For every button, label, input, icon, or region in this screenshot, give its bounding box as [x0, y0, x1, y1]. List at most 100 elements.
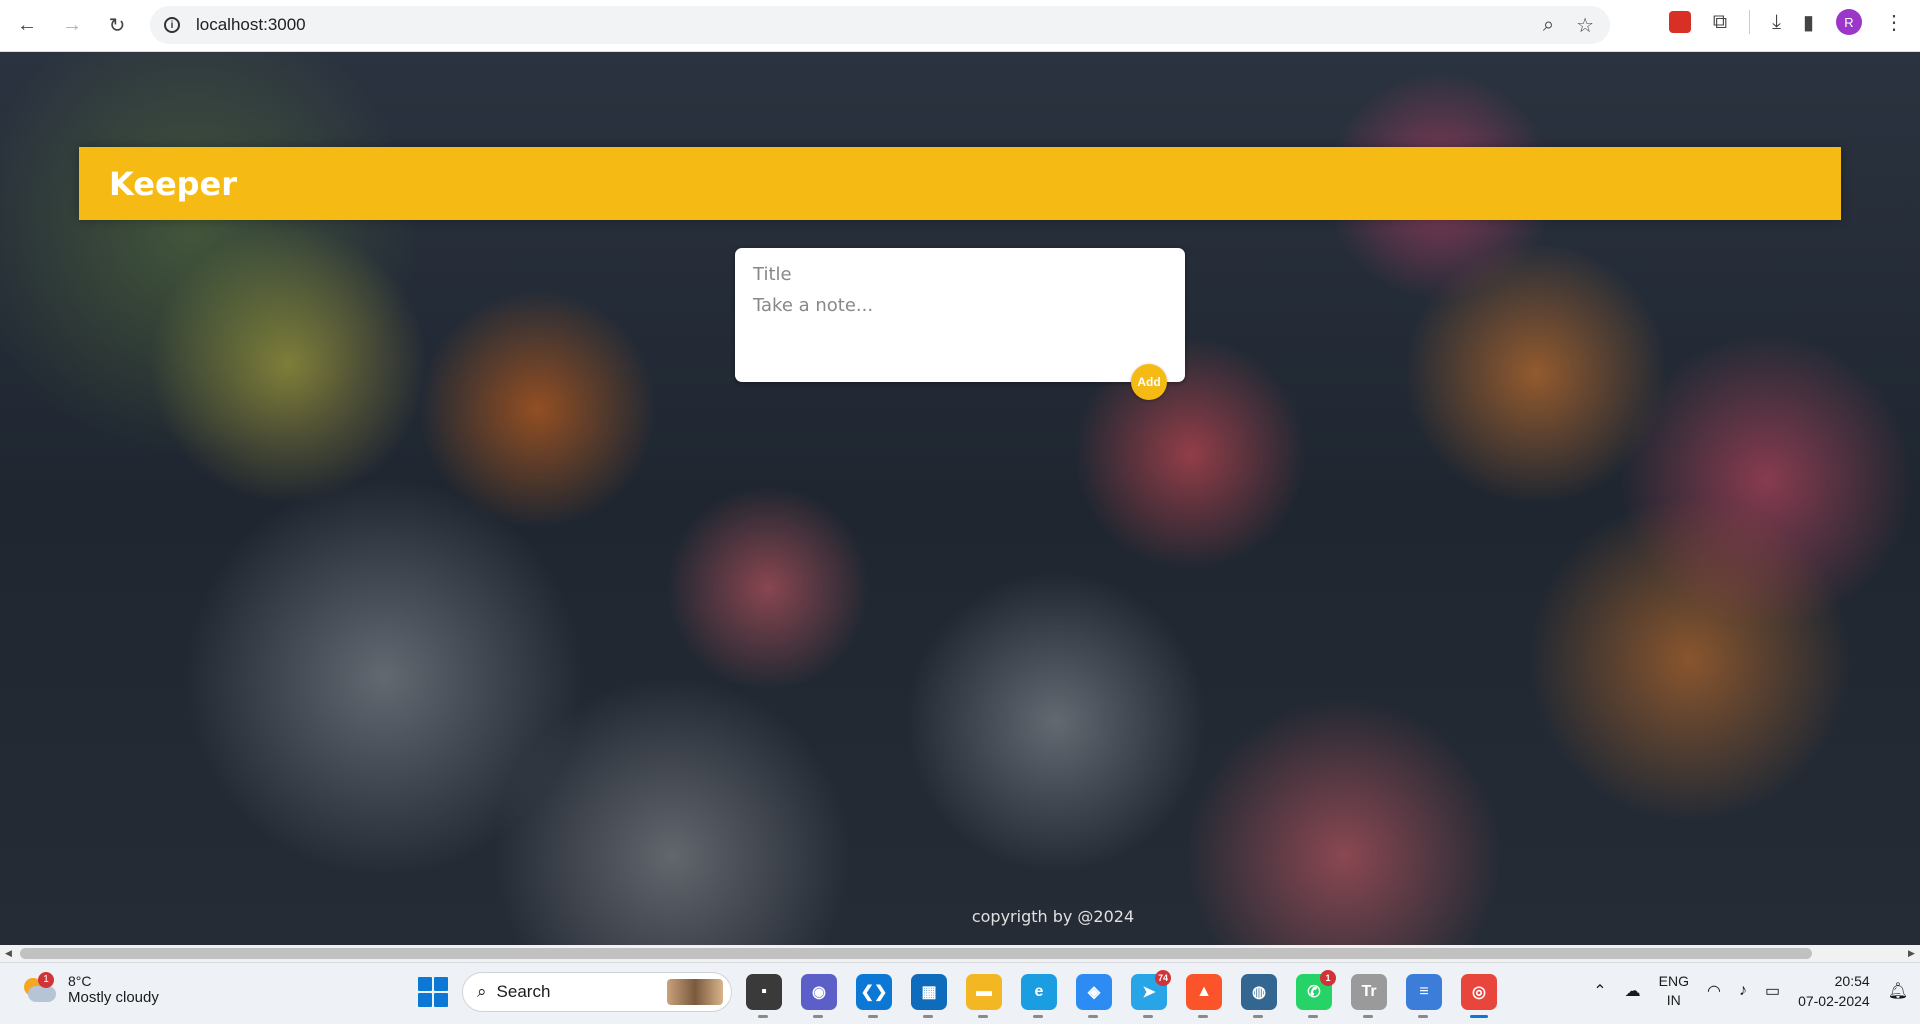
chevron-up-icon[interactable]: ⌃: [1593, 981, 1606, 1001]
menu-kebab-icon[interactable]: ⋮: [1884, 10, 1904, 35]
reload-icon: ↻: [108, 15, 126, 37]
brave-glyph: ▲: [1196, 983, 1212, 1000]
scroll-left-arrow-icon[interactable]: ◀: [0, 945, 17, 962]
address-url[interactable]: localhost:3000: [196, 15, 306, 35]
app-blue-running-indicator: [1088, 1015, 1098, 1018]
notepad-icon[interactable]: ≡: [1406, 974, 1442, 1018]
weather-temp: 8°C: [68, 973, 92, 989]
search-label: Search: [496, 982, 551, 1001]
reload-button[interactable]: ↻: [99, 8, 135, 44]
weather-condition: Mostly cloudy: [68, 989, 159, 1006]
vscode-icon[interactable]: ❮❯: [856, 974, 892, 1018]
windows-taskbar: 1 8°C Mostly cloudy ⌕ Search ▪ ◉ ❮❯ ▦ ▬ e ◈ ➤ 74…: [0, 962, 1920, 1024]
file-explorer-dark-glyph: ▪: [761, 983, 767, 1000]
address-bar[interactable]: i localhost:3000 ⌕ ☆: [150, 6, 1610, 44]
wifi-icon[interactable]: ◠: [1707, 981, 1721, 1001]
app-title: Keeper: [109, 165, 238, 203]
pinned-apps: ▪ ◉ ❮❯ ▦ ▬ e ◈ ➤ 74 ▲ ◍ ✆ 1 Tr ≡ ◎: [746, 970, 1497, 1018]
toolbar-divider: [1749, 10, 1751, 34]
windows-start-icon[interactable]: [418, 977, 448, 1007]
file-explorer-dark-icon[interactable]: ▪: [746, 974, 782, 1018]
ms-store-icon[interactable]: ▦: [911, 974, 947, 1018]
add-note-button[interactable]: Add: [1131, 364, 1167, 400]
forward-arrow-icon: →: [62, 14, 82, 36]
language-code: ENG: [1658, 973, 1689, 989]
telegram-icon[interactable]: ➤ 74: [1131, 970, 1171, 1018]
zoom-icon[interactable]: ⌕: [1543, 14, 1554, 37]
taskbar-apps: ⌕ Search ▪ ◉ ❮❯ ▦ ▬ e ◈ ➤ 74 ▲ ◍ ✆ 1 Tr ≡ ◎: [418, 970, 1497, 1018]
battery-icon[interactable]: ▭: [1765, 981, 1780, 1001]
note-content-input[interactable]: [753, 295, 1167, 355]
profile-avatar[interactable]: R: [1836, 9, 1862, 35]
ms-store-running-indicator: [923, 1015, 933, 1018]
edge-running-indicator: [1033, 1015, 1043, 1018]
site-info-icon[interactable]: i: [164, 17, 180, 33]
chrome-running-indicator: [1470, 1015, 1488, 1018]
edge-glyph: e: [1034, 983, 1044, 1000]
edge-icon[interactable]: e: [1021, 974, 1057, 1018]
teams-running-indicator: [813, 1015, 823, 1018]
weather-cloud-icon: 1: [22, 971, 56, 1004]
file-explorer-icon[interactable]: ▬: [966, 974, 1002, 1018]
telegram-running-indicator: [1143, 1015, 1153, 1018]
app-header: Keeper: [79, 147, 1841, 220]
clock[interactable]: 20:54 07-02-2024: [1798, 971, 1870, 1011]
app-blue-icon[interactable]: ◈: [1076, 974, 1112, 1018]
whatsapp-icon[interactable]: ✆ 1: [1296, 970, 1336, 1018]
extensions-puzzle-icon[interactable]: ⧉: [1713, 11, 1727, 34]
note-title-input[interactable]: [753, 264, 1167, 285]
forward-button[interactable]: →: [54, 8, 90, 44]
browser-toolbar: ← → ↻ i localhost:3000 ⌕ ☆ ⧉ ⤓ ▮ R ⋮: [0, 0, 1920, 52]
extension-icon[interactable]: [1668, 11, 1691, 33]
scroll-right-arrow-icon[interactable]: ▶: [1903, 945, 1920, 962]
vscode-running-indicator: [868, 1015, 878, 1018]
teams-glyph: ◉: [812, 984, 826, 1001]
file-explorer-running-indicator: [978, 1015, 988, 1018]
chrome-glyph: ◎: [1472, 984, 1486, 1001]
region-code: IN: [1666, 992, 1681, 1008]
page-viewport: Keeper Add copyrigth by @2024: [0, 52, 1920, 945]
brave-icon[interactable]: ▲: [1186, 974, 1222, 1018]
whatsapp-badge: 1: [1320, 970, 1336, 986]
file-explorer-dark-running-indicator: [758, 1015, 768, 1018]
whatsapp-running-indicator: [1308, 1015, 1318, 1018]
side-panel-icon[interactable]: ▮: [1803, 10, 1814, 35]
back-arrow-icon: ←: [17, 14, 37, 36]
postgresql-glyph: ◍: [1252, 984, 1266, 1001]
create-note-form: Add: [735, 248, 1185, 400]
clock-date: 07-02-2024: [1798, 993, 1870, 1009]
search-highlight-image: [667, 979, 723, 1005]
search-icon: ⌕: [477, 982, 487, 1001]
file-explorer-glyph: ▬: [976, 983, 992, 1000]
language-indicator[interactable]: ENG IN: [1659, 972, 1689, 1010]
bookmark-star-icon[interactable]: ☆: [1576, 13, 1594, 38]
vscode-glyph: ❮❯: [860, 984, 888, 1001]
telegram-badge: 74: [1155, 970, 1171, 986]
telegram-glyph: ➤: [1142, 984, 1156, 1001]
system-tray: ⌃ ☁ ENG IN ◠ ♪ ▭ 20:54 07-02-2024 🔔︎: [1593, 971, 1908, 1011]
postgresql-icon[interactable]: ◍: [1241, 974, 1277, 1018]
horizontal-scrollbar[interactable]: ◀ ▶: [0, 945, 1920, 962]
weather-widget[interactable]: 1 8°C Mostly cloudy: [22, 971, 159, 1006]
clock-time: 20:54: [1834, 973, 1870, 989]
page-footer: copyrigth by @2024: [971, 907, 1135, 926]
scrollbar-thumb[interactable]: [20, 948, 1812, 959]
onedrive-icon[interactable]: ☁: [1625, 981, 1641, 1001]
typora-icon[interactable]: Tr: [1351, 974, 1387, 1018]
typora-glyph: Tr: [1361, 983, 1377, 1000]
back-button[interactable]: ←: [9, 8, 45, 44]
notification-bell-icon[interactable]: 🔔︎: [1888, 981, 1908, 1001]
download-icon[interactable]: ⤓: [1772, 11, 1781, 34]
volume-icon[interactable]: ♪: [1739, 982, 1747, 1000]
notepad-glyph: ≡: [1419, 983, 1429, 1000]
postgresql-running-indicator: [1253, 1015, 1263, 1018]
chrome-icon[interactable]: ◎: [1461, 974, 1497, 1018]
ms-store-glyph: ▦: [921, 984, 937, 1001]
notepad-running-indicator: [1418, 1015, 1428, 1018]
teams-icon[interactable]: ◉: [801, 974, 837, 1018]
app-blue-glyph: ◈: [1087, 984, 1101, 1001]
taskbar-search[interactable]: ⌕ Search: [462, 972, 732, 1012]
brave-running-indicator: [1198, 1015, 1208, 1018]
whatsapp-glyph: ✆: [1307, 984, 1321, 1001]
weather-badge: 1: [38, 971, 54, 988]
